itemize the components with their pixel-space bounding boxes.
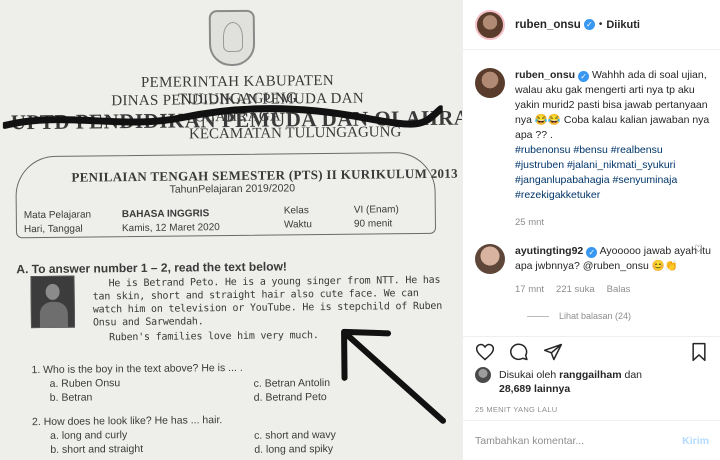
comment-item: ayutingting92 ✓ Ayooooo jawab ayah itu ap… [475,244,711,297]
question-2: 2. How does he look like? He has ... hai… [31,414,223,429]
view-replies-button[interactable]: Lihat balasan (24) [527,311,711,321]
q1-option-c: c. Betran Antolin [253,376,331,390]
comment-like-count[interactable]: 221 suka [556,282,595,297]
comment-input[interactable] [475,434,683,447]
post-comment-button[interactable]: Kirim [682,435,709,447]
share-paper-plane-icon[interactable] [543,342,563,362]
caption-hashtags[interactable]: #rubenonsu #bensu #realbensu #justruben … [515,143,711,203]
bookmark-icon[interactable] [689,342,709,362]
time-label: Waktu [283,219,312,231]
q1-option-b: b. Betran [49,391,93,404]
post-sidebar: ruben_onsu ✓ • Diikuti ruben_onsu ✓ Wahhh… [462,0,720,460]
verified-badge-icon: ✓ [583,19,595,30]
subject-value: BAHASA INGGRIS [121,208,210,221]
student-photo [30,275,76,329]
post-actions: Disukai oleh ranggailham dan 28,689 lain… [463,336,720,414]
q2-option-d: d. long and spiky [254,442,334,456]
scribble-mark [2,105,444,129]
author-username[interactable]: ruben_onsu [515,19,581,31]
liker-avatar[interactable] [475,367,491,383]
caption-time: 25 mnt [515,217,545,228]
header-separator: • [598,19,603,30]
class-label: Kelas [283,205,309,217]
like-heart-icon[interactable] [475,342,495,362]
drawn-arrow [341,328,446,424]
likes-summary: Disukai oleh ranggailham dan [475,367,709,383]
q2-option-c: c. short and wavy [254,428,336,442]
post-image[interactable]: PEMERINTAH KABUPATEN TULUNGAGUNG DINAS P… [0,0,462,460]
exam-year: TahunPelajaran 2019/2020 [169,182,296,196]
caption: ruben_onsu ✓ Wahhh ada di soal ujian, wal… [475,68,711,230]
subject-label: Mata Pelajaran [23,209,92,222]
comment-heart-icon[interactable]: ♡ [694,244,703,255]
comment-time: 17 mnt [515,284,545,295]
caption-avatar[interactable] [475,68,505,98]
likes-prefix: Disukai oleh [499,369,557,381]
comment-reply-button[interactable]: Balas [607,282,631,297]
post-header: ruben_onsu ✓ • Diikuti [463,0,720,50]
comment-bubble-icon[interactable] [509,342,529,362]
exam-paper: PEMERINTAH KABUPATEN TULUNGAGUNG DINAS P… [0,0,462,460]
add-comment-bar: Kirim [463,420,720,460]
verified-badge-icon: ✓ [578,71,590,82]
time-value: 90 menit [353,218,393,230]
commenter-avatar[interactable] [475,244,505,274]
commenter-username[interactable]: ayutingting92 [515,245,583,257]
likes-count[interactable]: 28,689 lainnya [499,383,570,395]
caption-username[interactable]: ruben_onsu [515,69,575,81]
class-value: VI (Enam) [353,204,399,216]
posted-time: 25 MENIT YANG LALU [475,405,558,414]
q1-option-d: d. Betrand Peto [253,391,327,404]
comments-panel[interactable]: ruben_onsu ✓ Wahhh ada di soal ujian, wal… [463,50,720,336]
date-label: Hari, Tanggal [23,223,83,236]
regency-emblem [208,9,256,67]
likes-and: dan [624,369,643,381]
author-avatar[interactable] [475,9,505,40]
q2-option-a: a. long and curly [50,429,128,442]
q1-option-a: a. Ruben Onsu [49,377,121,390]
following-button[interactable]: Diikuti [606,19,640,31]
date-value: Kamis, 12 Maret 2020 [121,222,220,235]
liker-username[interactable]: ranggailham [559,368,621,382]
section-a-instruction: A. To answer number 1 – 2, read the text… [16,259,287,277]
verified-badge-icon: ✓ [586,247,598,258]
question-1: 1. Who is the boy in the text above? He … [31,361,243,377]
q2-option-b: b. short and straight [50,442,144,456]
